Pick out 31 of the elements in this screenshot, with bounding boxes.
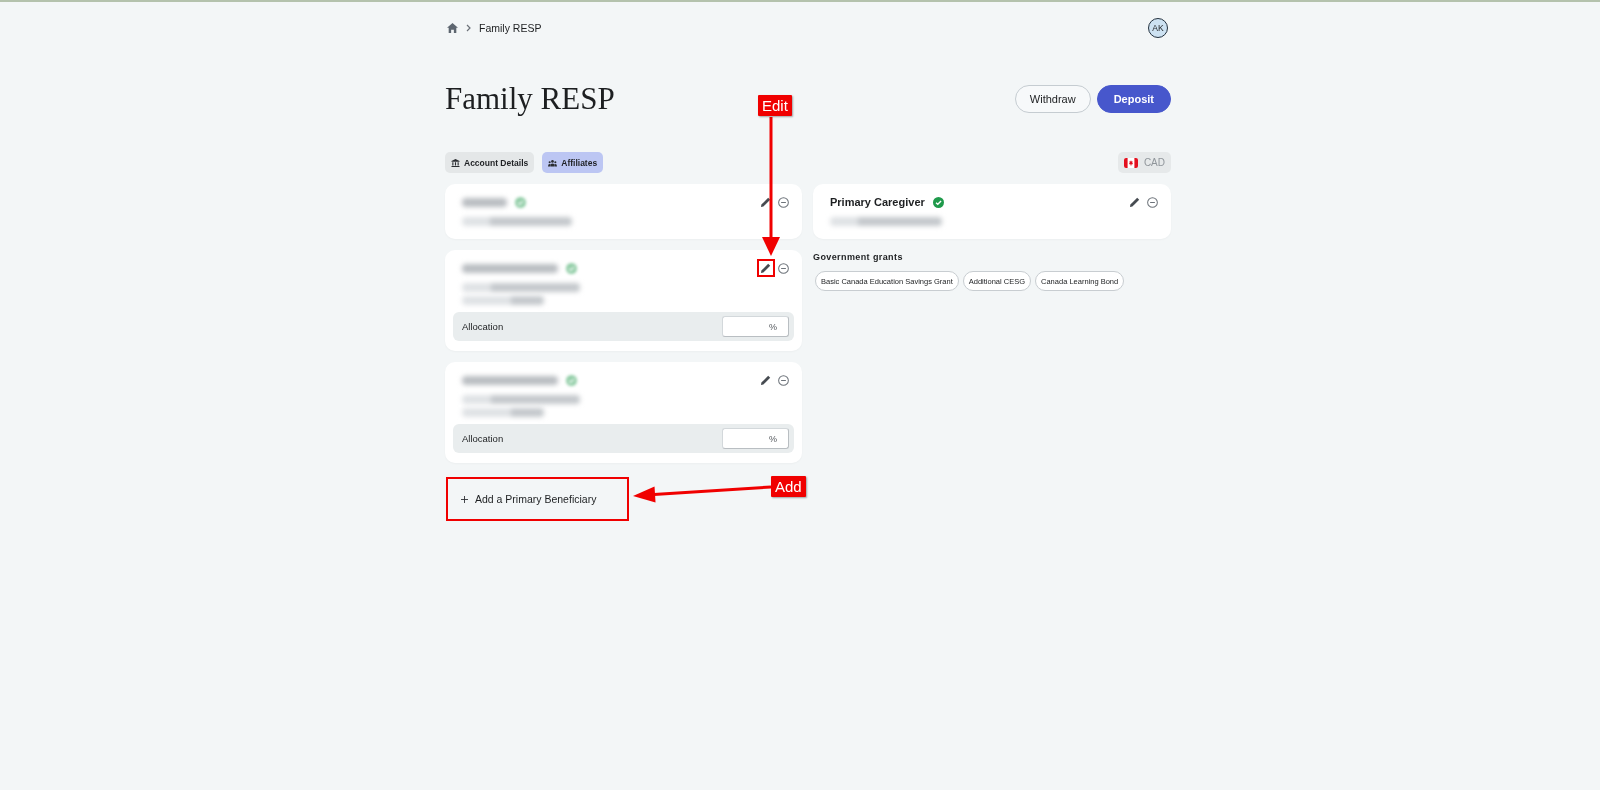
allocation-label: Allocation [462,321,504,332]
minus-circle-icon[interactable] [778,196,789,208]
bank-icon [451,158,460,167]
primary-button[interactable]: Deposit [1096,85,1171,113]
people-icon [548,158,558,167]
annotation-label: Edit [758,95,792,116]
page-title: Family RESP [445,84,615,114]
pencil-icon [761,263,771,273]
annotation-label: Add [771,476,806,497]
allocation-label: Allocation [462,433,504,444]
breadcrumb-current: Family RESP [479,22,542,34]
chevron-right-icon [466,24,471,32]
section-heading: Government grants [813,251,904,263]
flag-icon [1123,157,1138,168]
home-icon[interactable] [447,23,458,33]
pencil-icon [1130,197,1140,207]
percent-input[interactable]: % [722,428,789,449]
pencil-icon [761,197,771,207]
user-avatar[interactable]: AK [1148,18,1168,38]
minus-circle-icon[interactable] [778,262,789,274]
percent-input[interactable]: % [722,316,789,337]
card-title: Primary Caregiver [830,196,925,208]
minus-circle-icon[interactable] [1147,196,1158,208]
minus-circle-icon[interactable] [778,374,789,386]
tab[interactable]: Affiliates [542,152,604,173]
edit-button[interactable] [757,259,775,277]
tab[interactable]: Account Details [445,152,535,173]
add-beneficiary-button[interactable]: Add a Primary Beneficiary [446,477,629,521]
pencil-icon [761,375,771,385]
outline-button[interactable]: Withdraw [1014,85,1091,113]
plus-icon [461,495,468,503]
